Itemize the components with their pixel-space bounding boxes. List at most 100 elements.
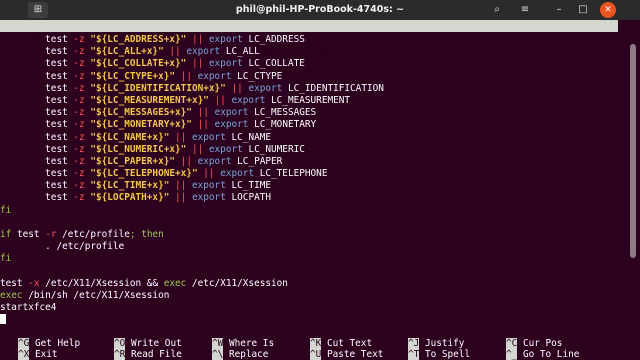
window-titlebar[interactable]: ⊞ phil@phil-HP-ProBook-4740s: ~ ⌕ ≡ – □ … — [0, 0, 640, 20]
locale-name: LC_MEASUREMENT — [271, 94, 351, 106]
path-xsession: /etc/X11/Xsession — [45, 277, 142, 289]
operator-or: || — [175, 192, 187, 204]
keyword-export: export — [208, 34, 243, 45]
operator-or: || — [203, 168, 215, 180]
path-sh: /bin/sh — [28, 289, 68, 301]
flag-z: -z — [73, 34, 85, 45]
locale-name: LC_PAPER — [237, 155, 283, 167]
path-xsession: /etc/X11/Xsession — [191, 277, 288, 289]
flag-z: -z — [73, 143, 85, 155]
scrollbar[interactable] — [618, 20, 640, 360]
keyword-export: export — [197, 70, 232, 82]
operator-or: || — [214, 94, 226, 106]
shortcut-label: Where Is — [223, 338, 275, 349]
shortcut-bar: ^G Get Help ^O Write Out ^W Where Is ^K Cut… — [0, 338, 640, 360]
code-line: test -z "${LC_PAPER+x}" || export LC_PAP… — [0, 156, 618, 168]
command-test: test — [45, 168, 68, 180]
code-line: . /etc/profile — [0, 241, 618, 253]
shortcut-key: ^R — [114, 349, 126, 360]
shortcut-exit[interactable]: ^X Exit — [18, 349, 58, 360]
locale-name: LC_IDENTIFICATION — [287, 82, 384, 94]
code-line: test -z "${LC_NAME+x}" || export LC_NAME — [0, 132, 618, 144]
code-line: test -z "${LC_CTYPE+x}" || export LC_CTY… — [0, 71, 618, 83]
window-title: phil@phil-HP-ProBook-4740s: ~ — [235, 4, 405, 15]
flag-z: -z — [73, 192, 85, 204]
shortcut-get-help[interactable]: ^G Get Help — [18, 338, 80, 349]
hamburger-menu-icon[interactable]: ≡ — [518, 3, 532, 17]
locale-variable: "${LC_CTYPE+x}" — [90, 70, 176, 82]
code-line: test -z "${LC_TELEPHONE+x}" || export LC… — [0, 168, 618, 180]
shortcut-cut-text[interactable]: ^K Cut Text — [310, 338, 372, 349]
flag-x: -x — [28, 277, 40, 289]
locale-variable: "${LC_COLLATE+x}" — [90, 58, 187, 70]
shortcut-justify[interactable]: ^J Justify — [408, 338, 464, 349]
command-test: test — [45, 34, 68, 45]
shortcut-where-is[interactable]: ^W Where Is — [212, 338, 274, 349]
flag-z: -z — [73, 180, 85, 192]
flag-z: -z — [73, 168, 85, 180]
shortcut-key: ^K — [310, 338, 322, 349]
terminal-window[interactable]: ⊞ phil@phil-HP-ProBook-4740s: ~ ⌕ ≡ – □ … — [0, 0, 640, 360]
code-line: exec /bin/sh /etc/X11/Xsession — [0, 290, 618, 302]
flag-z: -z — [73, 58, 85, 70]
operator-or: || — [191, 58, 204, 70]
flag-z: -z — [73, 46, 85, 58]
maximize-button[interactable]: □ — [575, 2, 591, 18]
shortcut-read-file[interactable]: ^R Read File — [114, 349, 182, 360]
keyword-export: export — [208, 58, 243, 70]
shortcut-cur-pos[interactable]: ^C Cur Pos — [506, 338, 562, 349]
flag-r: -r — [45, 229, 57, 240]
shortcut-key: ^X — [18, 349, 30, 360]
locale-variable: "${LC_PAPER+x}" — [90, 155, 176, 167]
keyword-export: export — [191, 192, 226, 204]
command-test: test — [45, 119, 68, 131]
command-test: test — [45, 131, 68, 143]
command-test: test — [16, 229, 40, 240]
shortcut-key: ^U — [310, 349, 322, 360]
keyword-fi: fi — [0, 253, 12, 265]
search-icon[interactable]: ⌕ — [490, 3, 504, 17]
shortcut-go-to-line[interactable]: ^_ Go To Line — [506, 349, 579, 360]
flag-z: -z — [73, 131, 85, 143]
locale-name: LC_NUMERIC — [248, 143, 305, 155]
shortcut-write-out[interactable]: ^O Write Out — [114, 338, 182, 349]
scrollbar-thumb[interactable] — [630, 44, 636, 258]
locale-name: LC_NAME — [231, 131, 272, 143]
keyword-export: export — [214, 107, 249, 119]
flag-z: -z — [73, 82, 85, 94]
flag-z: -z — [73, 119, 85, 131]
command-startxfce4: startxfce4 — [0, 302, 57, 314]
locale-name: LOCPATH — [231, 192, 272, 204]
locale-name: LC_TELEPHONE — [259, 168, 328, 180]
editor-content[interactable]: test -z "${LC_ADDRESS+x}" || export LC_A… — [0, 34, 618, 327]
code-line: test -z "${LC_MEASUREMENT+x}" || export … — [0, 95, 618, 107]
locale-variable: "${LC_ADDRESS+x}" — [90, 34, 187, 45]
close-button[interactable]: ✕ — [600, 2, 616, 18]
code-line: test -z "${LC_ALL+x}" || export LC_ALL — [0, 46, 618, 58]
code-line: test -x /etc/X11/Xsession && exec /etc/X… — [0, 278, 618, 290]
keyword-export: export — [248, 82, 283, 94]
shortcut-to-spell[interactable]: ^T To Spell — [408, 349, 470, 360]
locale-test-block: test -z "${LC_ADDRESS+x}" || export LC_A… — [0, 34, 618, 205]
shortcut-key: ^O — [114, 338, 126, 349]
flag-z: -z — [73, 94, 85, 106]
shortcut-paste-text[interactable]: ^U Paste Text — [310, 349, 383, 360]
shortcut-label: Justify — [419, 338, 465, 349]
shortcut-label: Read File — [125, 349, 182, 360]
command-test: test — [45, 143, 68, 155]
path-profile: /etc/profile — [62, 229, 130, 240]
flag-z: -z — [73, 155, 85, 167]
keyword-export: export — [197, 155, 232, 167]
shortcut-replace[interactable]: ^\ Replace — [212, 349, 268, 360]
code-line: startxfce4 — [0, 302, 618, 314]
code-line: if test -r /etc/profile; then — [0, 229, 618, 241]
minimize-button[interactable]: – — [551, 2, 567, 18]
locale-name: LC_MONETARY — [254, 119, 317, 131]
